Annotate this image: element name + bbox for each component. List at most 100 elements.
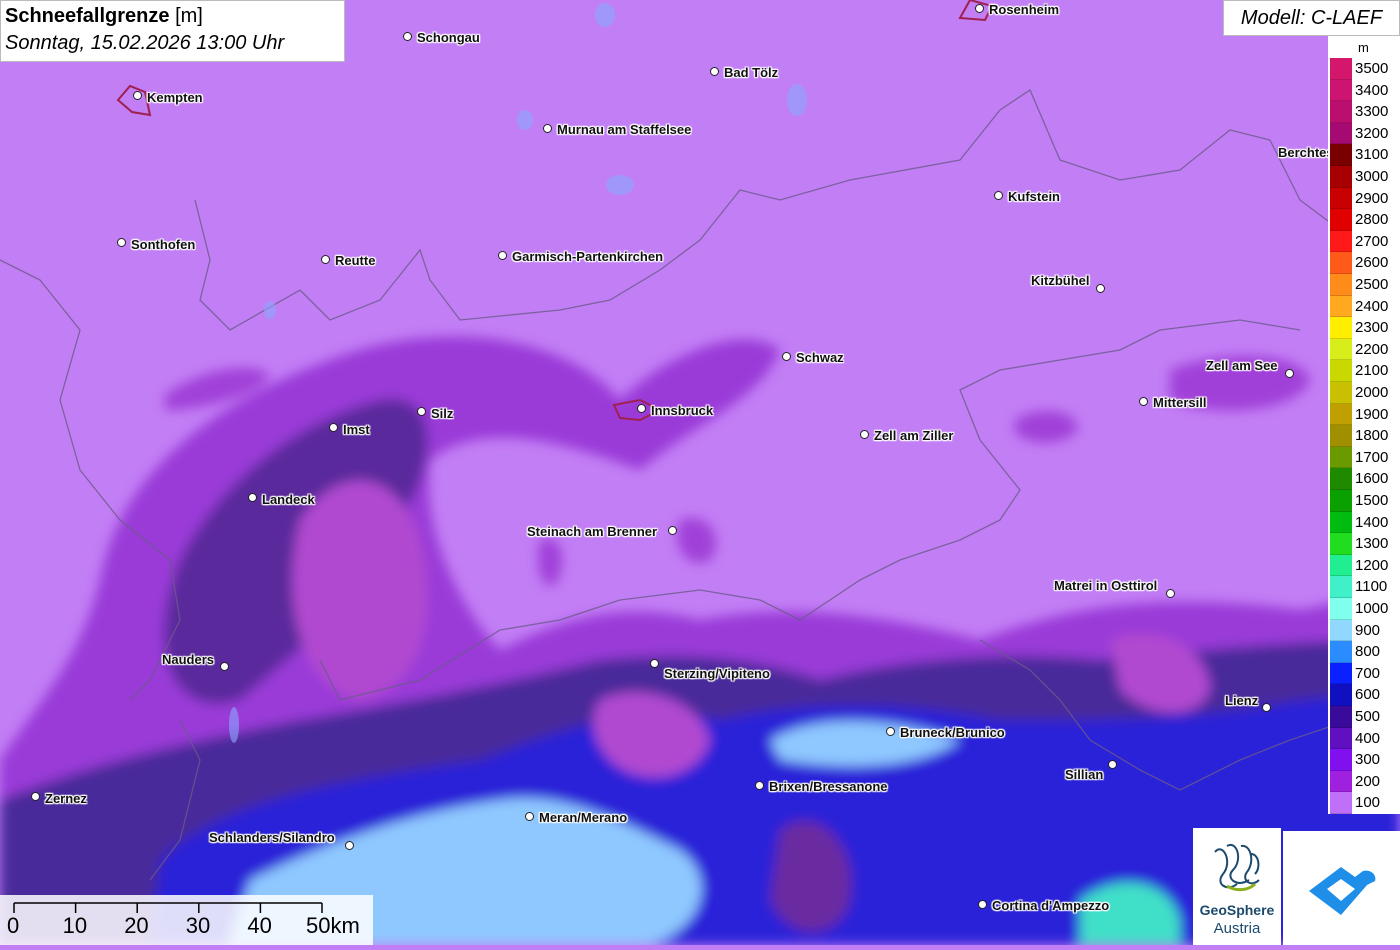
city-dot [975, 4, 984, 13]
legend-swatch [1330, 360, 1352, 382]
weather-app-logo [1283, 831, 1400, 945]
city-dot [860, 430, 869, 439]
city-label: Nauders [162, 652, 215, 667]
city-dot [498, 251, 507, 260]
city-dot [710, 67, 719, 76]
city-label: Cortina d'Ampezzo [992, 898, 1110, 913]
city-dot [31, 792, 40, 801]
legend-swatch [1330, 317, 1352, 339]
city-dot [133, 91, 142, 100]
city-dot [321, 255, 330, 264]
legend-label: 1600 [1355, 470, 1389, 488]
map-title-box: Schneefallgrenze [m] Sonntag, 15.02.2026… [0, 0, 345, 62]
city-label: Innsbruck [651, 403, 714, 418]
legend-entry: 2000 [1328, 382, 1400, 404]
legend-label: 2600 [1355, 254, 1389, 272]
color-legend: m 3500 3400 3300 3200 3100 3000 2900 2800 2700 26… [1328, 36, 1400, 814]
legend-swatch [1330, 425, 1352, 447]
legend-entry: 3300 [1328, 101, 1400, 123]
legend-swatch [1330, 446, 1352, 469]
legend-entry: 1300 [1328, 533, 1400, 555]
city-label: Garmisch-Partenkirchen [512, 249, 664, 264]
city-dot [1262, 703, 1271, 712]
city-label: Schongau [417, 30, 480, 45]
legend-label: 3500 [1355, 60, 1389, 77]
city-label: Murnau am Staffelsee [557, 122, 692, 137]
snowfall-line-map [0, 0, 1400, 945]
legend-swatch [1330, 230, 1352, 253]
legend-entry: 2600 [1328, 252, 1400, 274]
legend-swatch [1330, 490, 1352, 512]
city-dot [650, 659, 659, 668]
legend-entry: 1100 [1328, 576, 1400, 598]
city-label: Kufstein [1008, 189, 1060, 204]
city-dot [525, 812, 534, 821]
city-label: Landeck [262, 492, 315, 507]
city-dot [117, 238, 126, 247]
city-dot [994, 191, 1003, 200]
legend-swatch [1330, 511, 1352, 534]
legend-entry: 1600 [1328, 468, 1400, 490]
map-subtitle: Sonntag, 15.02.2026 13:00 Uhr [5, 32, 285, 54]
legend-entry: 3400 [1328, 79, 1400, 102]
city-dot [403, 32, 412, 41]
city-label: Meran/Merano [539, 810, 628, 825]
legend-label: 2400 [1355, 297, 1389, 315]
legend-swatch [1330, 274, 1352, 296]
legend-swatch [1330, 770, 1352, 793]
legend-swatch [1330, 403, 1352, 426]
legend-label: 900 [1355, 621, 1381, 639]
legend-label: 2500 [1355, 276, 1389, 293]
legend-label: 3100 [1355, 146, 1389, 164]
legend-label: 600 [1355, 686, 1381, 704]
city-label: Bad Tölz [724, 65, 779, 80]
legend-label: 1100 [1355, 578, 1388, 596]
legend-entry: 2100 [1328, 360, 1400, 382]
legend-label: 3000 [1355, 168, 1389, 185]
legend-label: 2300 [1355, 319, 1389, 337]
legend-entry: 1800 [1328, 425, 1400, 447]
legend-label: 3300 [1355, 103, 1389, 121]
legend-entry: 500 [1328, 706, 1400, 728]
legend-swatch [1330, 209, 1352, 231]
city-label: Silz [431, 406, 454, 421]
city-dot [345, 841, 354, 850]
legend-label: 3200 [1355, 124, 1389, 142]
legend-entry: 2800 [1328, 209, 1400, 231]
city-dot [1166, 589, 1175, 598]
city-dot [248, 493, 257, 502]
city-label: Bruneck/Brunico [900, 725, 1005, 740]
geosphere-country: Austria [1213, 920, 1261, 937]
legend-label: 1200 [1355, 556, 1389, 574]
city-label: Brixen/Bressanone [769, 779, 888, 794]
legend-swatch [1330, 598, 1352, 620]
legend-label: 300 [1355, 751, 1381, 769]
city-dot [220, 662, 229, 671]
legend-label: 800 [1355, 643, 1381, 661]
legend-label: 3400 [1355, 81, 1389, 99]
legend-label: 1700 [1355, 448, 1389, 466]
city-dot [637, 404, 646, 413]
legend-swatch [1330, 187, 1352, 210]
legend-label: 2100 [1355, 362, 1389, 380]
city-dot [1096, 284, 1105, 293]
legend-label: 1500 [1355, 492, 1389, 509]
scale-label: 10 [62, 913, 88, 938]
legend-swatch [1330, 533, 1352, 555]
legend-swatch [1330, 122, 1352, 145]
legend-entry: 900 [1328, 619, 1400, 642]
geosphere-logo-icon [1214, 843, 1260, 892]
legend-label: 2700 [1355, 232, 1389, 250]
legend-entry: 800 [1328, 641, 1400, 663]
legend-swatch [1330, 749, 1352, 771]
city-label: Sterzing/Vipiteno [664, 666, 770, 681]
legend-label: 400 [1355, 729, 1381, 747]
city-label: Zernez [45, 791, 87, 806]
weather-app-logo-icon [1309, 867, 1376, 915]
legend-entry: 1700 [1328, 446, 1400, 469]
city-dot [886, 727, 895, 736]
legend-label: 200 [1355, 772, 1381, 790]
legend-entry: 2200 [1328, 338, 1400, 361]
city-dot [1285, 369, 1294, 378]
legend-swatch [1330, 641, 1352, 663]
